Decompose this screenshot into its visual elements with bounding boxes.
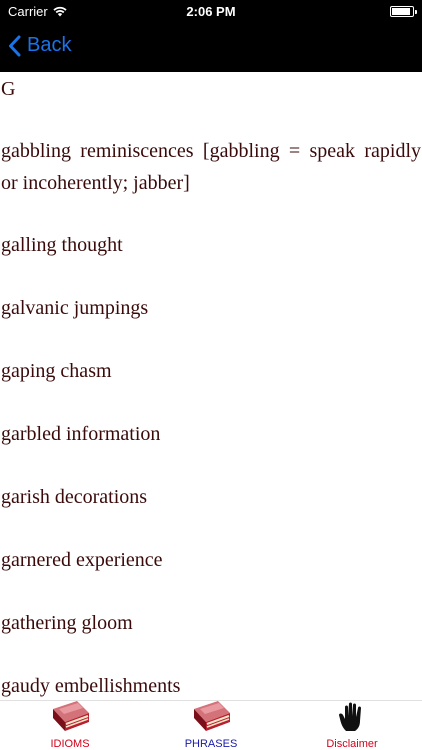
status-time: 2:06 PM <box>186 4 236 19</box>
chevron-left-icon <box>9 35 21 56</box>
back-label: Back <box>27 34 72 56</box>
tab-disclaimer-label: Disclaimer <box>326 738 378 750</box>
list-item[interactable]: galvanic jumpings <box>1 292 421 324</box>
tab-disclaimer[interactable]: Disclaimer <box>282 701 422 750</box>
status-bar: Carrier 2:06 PM <box>0 0 422 24</box>
list-item[interactable]: garnered experience <box>1 544 421 576</box>
list-item[interactable]: garish decorations <box>1 481 421 513</box>
battery-icon <box>390 6 417 17</box>
book-icon <box>188 695 234 738</box>
list-item[interactable]: gabbling reminiscences [gabbling = speak… <box>1 135 421 199</box>
back-button[interactable]: Back <box>8 34 71 57</box>
tab-bar: IDIOMS PHRASES Disclaimer <box>0 700 422 750</box>
tab-idioms[interactable]: IDIOMS <box>0 701 140 750</box>
tab-phrases-label: PHRASES <box>184 738 238 750</box>
navigation-bar: Back <box>0 24 422 72</box>
phrase-list[interactable]: G gabbling reminiscences [gabbling = spe… <box>0 72 422 700</box>
tab-phrases[interactable]: PHRASES <box>141 701 281 750</box>
list-item[interactable]: gaping chasm <box>1 355 421 387</box>
tab-idioms-label: IDIOMS <box>50 738 90 750</box>
list-item[interactable]: garbled information <box>1 418 421 450</box>
hand-icon <box>337 701 367 736</box>
book-icon <box>47 695 93 738</box>
section-letter: G <box>1 78 16 100</box>
list-item[interactable]: gathering gloom <box>1 607 421 639</box>
list-item[interactable]: galling thought <box>1 229 421 261</box>
